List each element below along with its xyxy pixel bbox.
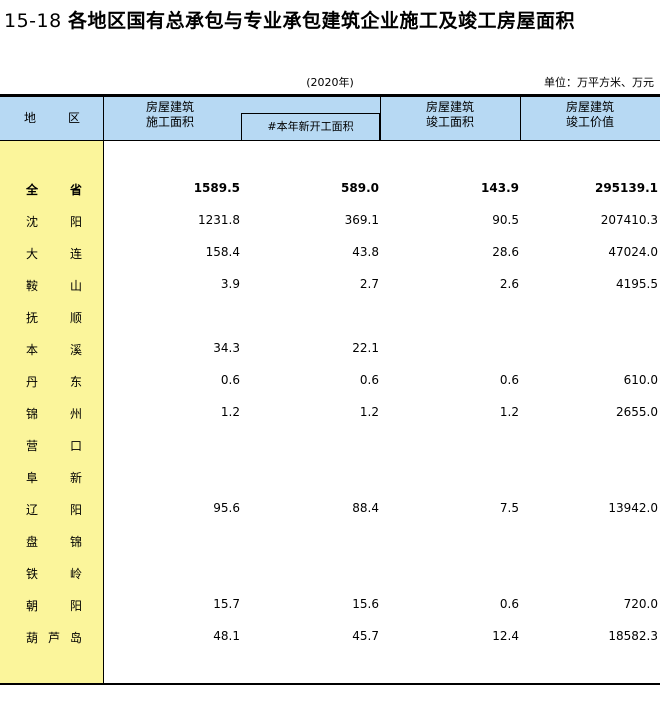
table-row: 本溪 34.3 22.1 bbox=[26, 341, 379, 357]
table-row: 抚顺 bbox=[26, 311, 82, 325]
table-row: 葫芦岛 48.1 45.7 12.4 18582.3 bbox=[26, 629, 658, 645]
table-row: 铁岭 bbox=[26, 567, 82, 581]
table-row: 辽阳 95.6 88.4 7.5 13942.0 bbox=[26, 501, 658, 517]
table-row: 全省 1589.5 589.0 143.9 295139.1 bbox=[26, 181, 658, 197]
table-number: 15-18 bbox=[4, 10, 62, 32]
unit-label: 单位：万平方米、万元 bbox=[544, 76, 654, 89]
year-label: (2020年) bbox=[306, 76, 354, 89]
table-row: 营口 bbox=[26, 439, 82, 453]
table-row: 大连 158.4 43.8 28.6 47024.0 bbox=[26, 245, 658, 261]
table-row: 鞍山 3.9 2.7 2.6 4195.5 bbox=[26, 277, 658, 293]
table-row: 盘锦 bbox=[26, 535, 82, 549]
table-title: 各地区国有总承包与专业承包建筑企业施工及竣工房屋面积 bbox=[68, 10, 576, 32]
header-divider bbox=[380, 97, 381, 140]
table-bottom-rule bbox=[0, 683, 660, 685]
header-new-start-area: #本年新开工面积 bbox=[241, 113, 380, 140]
table-row: 丹东 0.6 0.6 0.6 610.0 bbox=[26, 373, 658, 389]
table-row: 朝阳 15.7 15.6 0.6 720.0 bbox=[26, 597, 658, 613]
header-completed-area: 房屋建筑 竣工面积 bbox=[425, 100, 474, 129]
header-divider bbox=[520, 97, 521, 140]
header-construction-area: 房屋建筑 施工面积 bbox=[145, 100, 194, 129]
header-completed-value: 房屋建筑 竣工价值 bbox=[565, 100, 614, 129]
table-row: 沈阳 1231.8 369.1 90.5 207410.3 bbox=[26, 213, 658, 229]
header-region: 地 区 bbox=[24, 111, 80, 125]
header-divider bbox=[103, 97, 104, 140]
table-row: 锦州 1.2 1.2 1.2 2655.0 bbox=[26, 405, 658, 421]
page-title: 15-18 各地区国有总承包与专业承包建筑企业施工及竣工房屋面积 bbox=[4, 6, 656, 33]
table-header: 地 区 房屋建筑 施工面积 #本年新开工面积 房屋建筑 竣工面积 房屋建筑 竣工… bbox=[0, 97, 660, 141]
table-row: 阜新 bbox=[26, 471, 82, 485]
